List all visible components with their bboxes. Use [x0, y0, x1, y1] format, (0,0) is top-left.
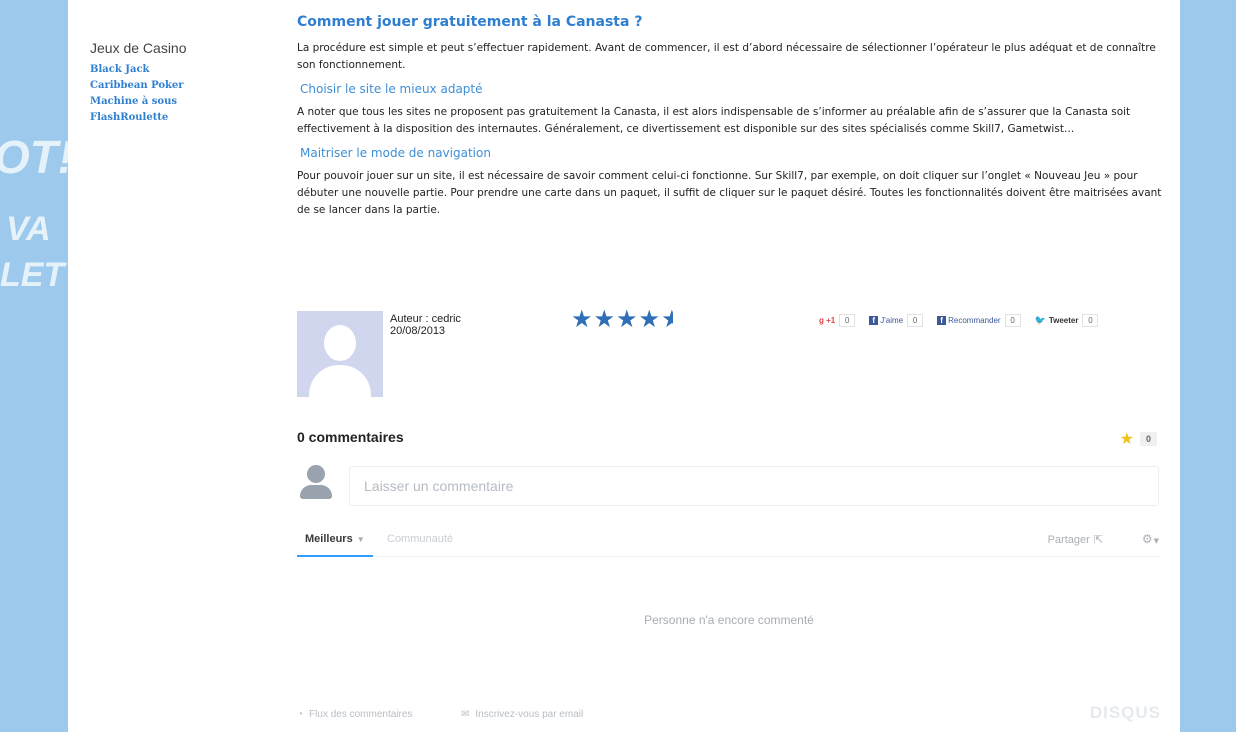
article-title: Comment jouer gratuitement à la Canasta … [297, 14, 643, 30]
author-date: 20/08/2013 [390, 325, 446, 337]
tweet-button[interactable]: 🐦 Tweeter [1035, 315, 1079, 326]
disqus-comments: 0 commentaires ★ 0 Laisser un commentair… [297, 425, 1161, 725]
google-plus-count: 0 [839, 314, 856, 327]
empty-comments-message: Personne n'a encore commenté [644, 613, 814, 627]
share-icon: ⇱ [1093, 534, 1103, 546]
favorite-count: 0 [1139, 431, 1157, 446]
band-decoration: OT! [0, 131, 68, 183]
envelope-icon: ✉ [461, 709, 470, 720]
star-icon[interactable]: ★ [616, 305, 639, 333]
section-text-navigation: Pour pouvoir jouer sur un site, il est n… [297, 170, 1162, 216]
facebook-like-button[interactable]: f J'aime [869, 316, 903, 325]
band-decoration: LET [0, 256, 65, 294]
left-decorative-band: OT! VA LET [0, 0, 68, 732]
google-plus-button[interactable]: g +1 [819, 316, 835, 325]
user-avatar [297, 463, 337, 503]
sidebar-link-flashroulette[interactable]: FlashRoulette [90, 110, 270, 126]
article-content: Comment jouer gratuitement à la Canasta … [297, 14, 1167, 227]
star-icon: ★ [1119, 429, 1134, 448]
sidebar-link-machine-a-sous[interactable]: Machine à sous [90, 94, 270, 110]
sidebar-heading: Jeux de Casino [90, 40, 187, 56]
facebook-like-count: 0 [907, 314, 924, 327]
author-avatar [297, 311, 383, 397]
google-plus-icon: g [819, 316, 824, 325]
settings-button[interactable]: ⚙▼ [1142, 532, 1159, 546]
favorite-button[interactable]: ★ 0 [1120, 429, 1157, 448]
tab-community[interactable]: Communauté [387, 533, 453, 545]
social-share-bar: g +1 0 f J'aime 0 f Recommander 0 🐦 Tweeter… [819, 314, 1099, 327]
tweet-count: 0 [1082, 314, 1099, 327]
section-title-choose-site: Choisir le site le mieux adapté [300, 82, 483, 96]
twitter-bird-icon: 🐦 [1034, 315, 1046, 325]
email-subscribe-link[interactable]: ✉ Inscrivez-vous par email [461, 709, 583, 720]
article-intro: La procédure est simple et peut s’effect… [297, 42, 1156, 71]
section-title-navigation: Maitriser le mode de navigation [300, 146, 491, 160]
star-icon[interactable]: ★ [639, 305, 662, 333]
sidebar-link-caribbean-poker[interactable]: Caribbean Poker [90, 78, 270, 94]
sidebar-link-black-jack[interactable]: Black Jack [90, 62, 270, 78]
comment-count: 0 commentaires [297, 429, 404, 445]
facebook-recommend-count: 0 [1004, 314, 1021, 327]
casino-games-sidebar: Jeux de Casino Black Jack Caribbean Poke… [90, 40, 270, 126]
disqus-logo[interactable]: DISQUS [1090, 703, 1161, 723]
section-text-choose-site: A noter que tous les sites ne proposent … [297, 106, 1131, 135]
author-name: Auteur : cedric [390, 313, 461, 325]
author-info: Auteur : cedric 20/08/2013 [390, 313, 461, 337]
facebook-icon: f [869, 316, 879, 325]
tab-best[interactable]: Meilleurs ▼ [297, 529, 373, 557]
band-decoration: VA [6, 210, 51, 248]
star-rating[interactable]: ★★★★★ [571, 305, 673, 333]
star-icon[interactable]: ★ [571, 305, 594, 333]
gear-icon: ⚙ [1141, 532, 1153, 546]
right-decorative-band [1180, 0, 1236, 732]
comment-sort-tabs: Meilleurs ▼ Communauté Partager ⇱ ⚙▼ [297, 529, 1161, 557]
share-button[interactable]: Partager ⇱ [1048, 533, 1103, 546]
facebook-icon: f [937, 316, 947, 325]
rss-icon: ◔ [297, 709, 304, 720]
facebook-recommend-button[interactable]: f Recommander [937, 316, 1001, 325]
half-star-icon[interactable]: ★ [661, 305, 673, 333]
star-icon[interactable]: ★ [594, 305, 617, 333]
comment-input[interactable]: Laisser un commentaire [349, 466, 1159, 506]
chevron-down-icon: ▼ [1153, 537, 1159, 545]
rss-link[interactable]: ◔ Flux des commentaires [297, 709, 412, 720]
author-box: Auteur : cedric 20/08/2013 ★★★★★ g +1 0 … [297, 305, 1167, 397]
chevron-down-icon: ▼ [356, 535, 365, 544]
